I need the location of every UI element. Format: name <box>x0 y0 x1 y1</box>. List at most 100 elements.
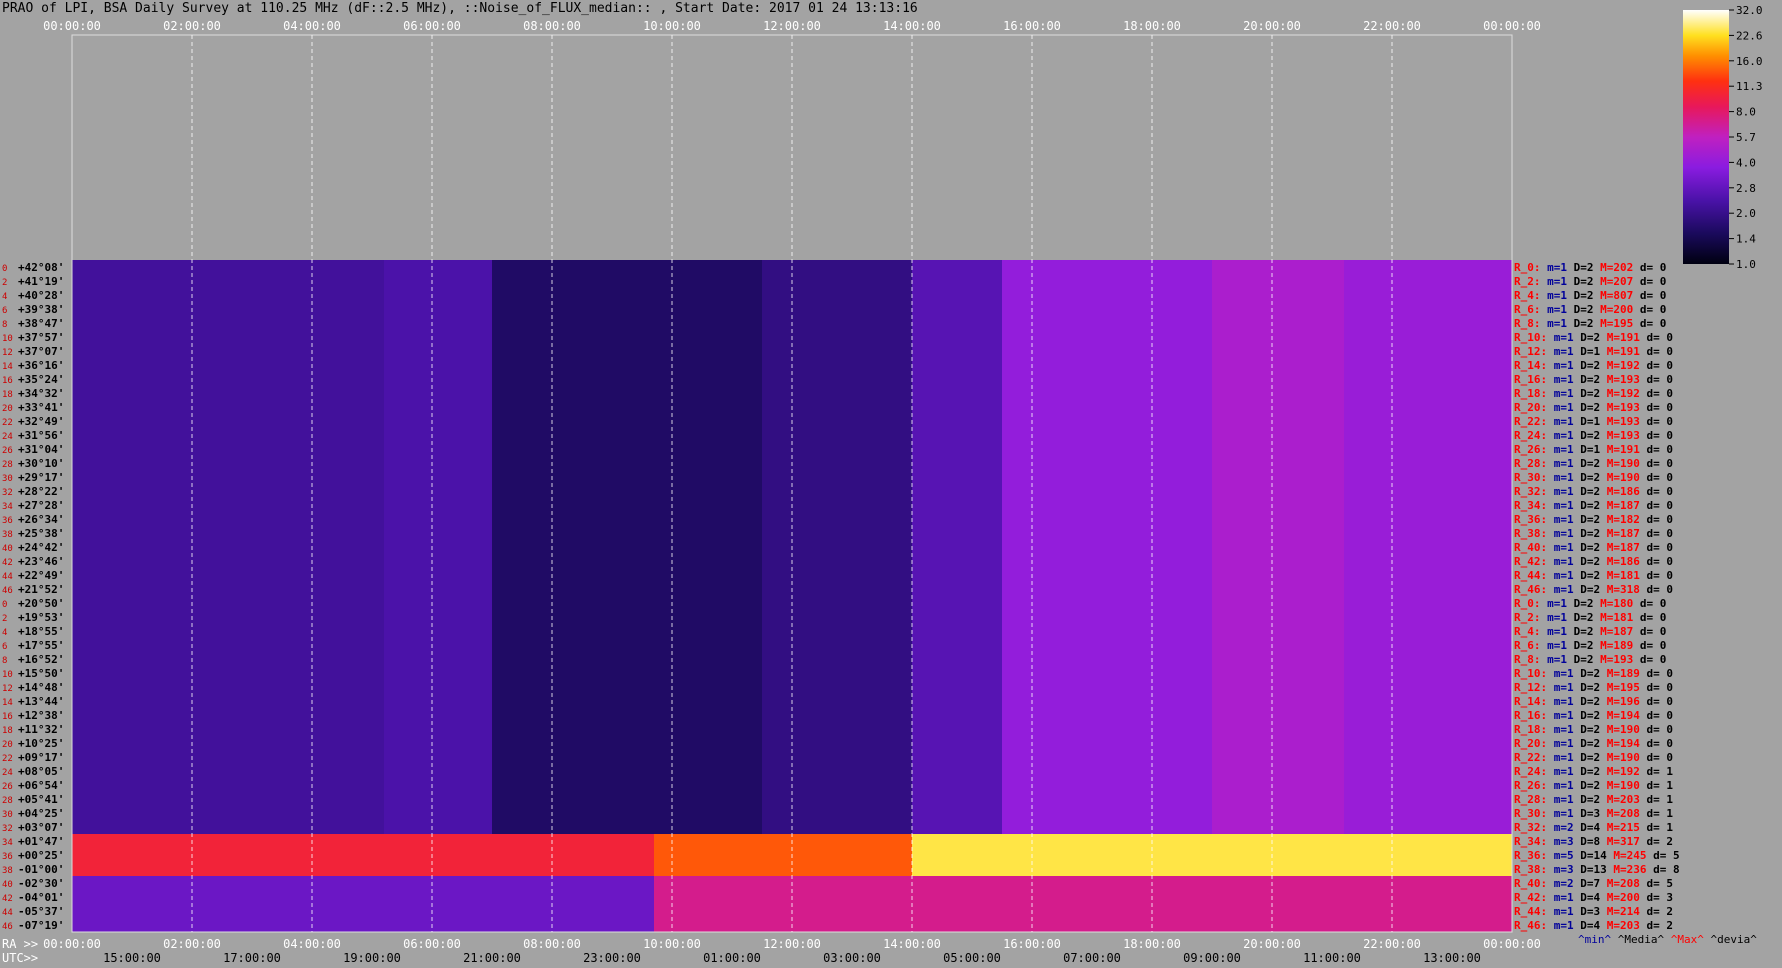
row-stat: R_26: m=1 D=1 M=191 d= 0 <box>1514 443 1673 456</box>
declination-label: +29°17' <box>18 471 64 484</box>
declination-label: -05°37' <box>18 905 64 918</box>
row-stat: R_0: m=1 D=2 M=180 d= 0 <box>1514 597 1666 610</box>
ra-tick-label: 10:00:00 <box>643 937 701 951</box>
row-stat: R_24: m=1 D=2 M=193 d= 0 <box>1514 429 1673 442</box>
heatmap-region <box>1344 260 1512 834</box>
row-stat: R_24: m=1 D=2 M=192 d= 1 <box>1514 765 1673 778</box>
utc-tick-label: 09:00:00 <box>1183 951 1241 965</box>
declination-label: +20°50' <box>18 597 64 610</box>
colorbar-tick-label: 11.3 <box>1736 80 1763 93</box>
declination-label: +15°50' <box>18 667 64 680</box>
row-stat: R_16: m=1 D=2 M=194 d= 0 <box>1514 709 1673 722</box>
top-tick-label: 02:00:00 <box>163 19 221 33</box>
row-number: 42 <box>2 558 13 568</box>
declination-label: -02°30' <box>18 877 64 890</box>
top-tick-label: 20:00:00 <box>1243 19 1301 33</box>
heatmap-region <box>912 260 1002 834</box>
row-number: 44 <box>2 908 13 918</box>
row-stat: R_10: m=1 D=2 M=191 d= 0 <box>1514 331 1673 344</box>
heatmap-region <box>654 876 1512 932</box>
row-stat: R_12: m=1 D=2 M=195 d= 0 <box>1514 681 1673 694</box>
row-number: 24 <box>2 768 13 778</box>
declination-label: +36°16' <box>18 359 64 372</box>
row-number: 8 <box>2 320 7 330</box>
row-stat: R_14: m=1 D=2 M=192 d= 0 <box>1514 359 1673 372</box>
utc-tick-label: 07:00:00 <box>1063 951 1121 965</box>
stats-legend: ^min^ ^Media^ ^Max^ ^devia^ <box>1578 933 1757 946</box>
ra-axis-label: RA >> <box>2 937 38 951</box>
declination-label: -07°19' <box>18 919 64 932</box>
declination-label: +26°34' <box>18 513 64 526</box>
declination-label: +41°19' <box>18 275 64 288</box>
row-stat: R_12: m=1 D=1 M=191 d= 0 <box>1514 345 1673 358</box>
ra-tick-label: 00:00:00 <box>1483 937 1541 951</box>
row-number: 42 <box>2 894 13 904</box>
utc-tick-label: 19:00:00 <box>343 951 401 965</box>
row-number: 12 <box>2 684 13 694</box>
declination-label: +19°53' <box>18 611 64 624</box>
row-stat: R_8: m=1 D=2 M=195 d= 0 <box>1514 317 1666 330</box>
declination-label: +13°44' <box>18 695 64 708</box>
row-number: 30 <box>2 810 13 820</box>
row-number: 28 <box>2 460 13 470</box>
declination-label: -04°01' <box>18 891 64 904</box>
row-stat: R_4: m=1 D=2 M=807 d= 0 <box>1514 289 1666 302</box>
row-stat: R_30: m=1 D=3 M=208 d= 1 <box>1514 807 1673 820</box>
heatmap-region <box>492 260 762 834</box>
row-stat: R_46: m=1 D=2 M=318 d= 0 <box>1514 583 1673 596</box>
row-stat: R_36: m=1 D=2 M=182 d= 0 <box>1514 513 1673 526</box>
survey-heatmap: 00:00:00 02:00:00 04:00:00 06:00:00 08:00:00… <box>2 4 1763 965</box>
row-number: 22 <box>2 754 13 764</box>
top-tick-label: 04:00:00 <box>283 19 341 33</box>
top-tick-label: 08:00:00 <box>523 19 581 33</box>
top-tick-label: 00:00:00 <box>1483 19 1541 33</box>
ra-tick-label: 22:00:00 <box>1363 937 1421 951</box>
colorbar-tick-label: 22.6 <box>1736 29 1763 42</box>
top-tick-label: 18:00:00 <box>1123 19 1181 33</box>
row-number: 16 <box>2 376 13 386</box>
declination-label: +11°32' <box>18 723 64 736</box>
row-number: 0 <box>2 600 7 610</box>
row-stat: R_44: m=1 D=2 M=181 d= 0 <box>1514 569 1673 582</box>
row-stats: R_0: m=1 D=2 M=202 d= 0R_2: m=1 D=2 M=20… <box>1514 261 1757 946</box>
row-stat: R_6: m=1 D=2 M=189 d= 0 <box>1514 639 1666 652</box>
row-number: 10 <box>2 334 13 344</box>
row-stat: R_40: m=1 D=2 M=187 d= 0 <box>1514 541 1673 554</box>
colorbar-tick-label: 5.7 <box>1736 131 1756 144</box>
row-number: 14 <box>2 698 13 708</box>
declination-label: +38°47' <box>18 317 64 330</box>
top-tick-label: 14:00:00 <box>883 19 941 33</box>
utc-tick-label: 01:00:00 <box>703 951 761 965</box>
heatmap-region <box>72 260 384 834</box>
declination-label: +06°54' <box>18 779 64 792</box>
ra-tick-label: 12:00:00 <box>763 937 821 951</box>
utc-tick-label: 15:00:00 <box>103 951 161 965</box>
declination-label: +08°05' <box>18 765 64 778</box>
declination-label: +39°38' <box>18 303 64 316</box>
declination-label: +21°52' <box>18 583 64 596</box>
ra-tick-label: 16:00:00 <box>1003 937 1061 951</box>
top-tick-label: 06:00:00 <box>403 19 461 33</box>
row-stat: R_34: m=3 D=8 M=317 d= 2 <box>1514 835 1673 848</box>
heatmap-region <box>384 260 492 834</box>
row-number: 38 <box>2 530 13 540</box>
row-number: 10 <box>2 670 13 680</box>
row-stat: R_14: m=1 D=2 M=196 d= 0 <box>1514 695 1673 708</box>
row-number: 20 <box>2 404 13 414</box>
declination-label: +18°55' <box>18 625 64 638</box>
declination-label: +37°57' <box>18 331 64 344</box>
colorbar-tick-label: 8.0 <box>1736 106 1756 119</box>
row-stat: R_18: m=1 D=2 M=190 d= 0 <box>1514 723 1673 736</box>
heatmap-region <box>1002 260 1212 834</box>
declination-label: +25°38' <box>18 527 64 540</box>
row-stat: R_6: m=1 D=2 M=200 d= 0 <box>1514 303 1666 316</box>
row-stat: R_40: m=2 D=7 M=208 d= 5 <box>1514 877 1673 890</box>
utc-tick-label: 11:00:00 <box>1303 951 1361 965</box>
declination-label: +30°10' <box>18 457 64 470</box>
row-stat: R_32: m=2 D=4 M=215 d= 1 <box>1514 821 1673 834</box>
row-number: 26 <box>2 782 13 792</box>
heatmap-region <box>762 260 912 834</box>
row-number: 46 <box>2 922 13 932</box>
row-number: 2 <box>2 278 7 288</box>
row-stat: R_22: m=1 D=2 M=190 d= 0 <box>1514 751 1673 764</box>
